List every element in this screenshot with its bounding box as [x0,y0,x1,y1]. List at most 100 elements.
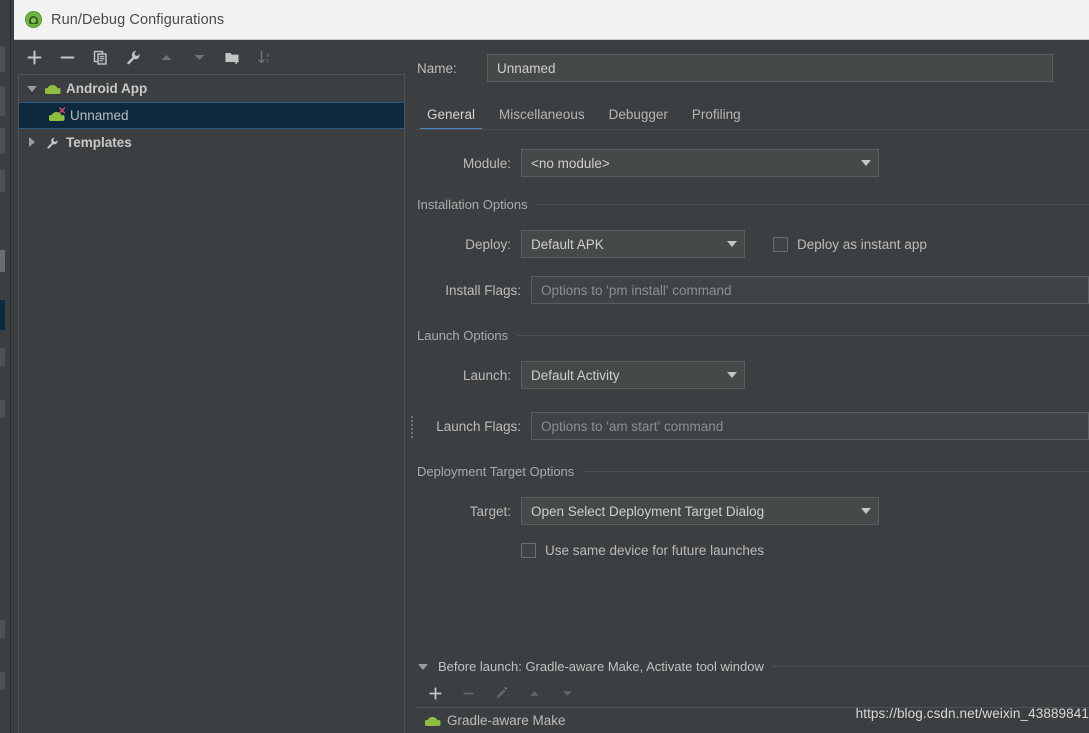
svg-text:a: a [266,52,270,58]
section-divider [583,471,1089,472]
window-titlebar: Run/Debug Configurations [14,0,1089,40]
target-label: Target: [415,504,521,519]
deploy-row: Deploy: Default APK Deploy as instant ap… [415,229,1089,259]
tree-item-label: Android App [66,81,147,96]
target-select[interactable]: Open Select Deployment Target Dialog [521,497,879,525]
chevron-down-icon[interactable] [417,660,430,673]
use-same-device-checkbox[interactable] [521,543,536,558]
task-move-up-button[interactable] [518,681,551,705]
name-input-value: Unnamed [497,61,556,76]
configurations-toolbar: a z [14,40,409,74]
name-row: Name: Unnamed [415,54,1089,82]
tree-item-unnamed[interactable]: ✕ Unnamed [19,102,404,129]
install-flags-row: Install Flags: Options to 'pm install' c… [415,275,1089,305]
tab-miscellaneous[interactable]: Miscellaneous [487,107,597,130]
section-title: Installation Options [417,197,528,212]
module-select[interactable]: <no module> [521,149,879,177]
remove-configuration-button[interactable] [51,43,84,71]
module-select-value: <no module> [531,156,610,171]
deploy-select-value: Default APK [531,237,604,252]
deploy-label: Deploy: [415,237,521,252]
deployment-target-options-section: Deployment Target Options [417,457,1089,485]
error-badge-icon: ✕ [58,108,66,116]
android-icon [425,715,440,727]
chevron-down-icon[interactable] [26,82,39,95]
same-device-row: Use same device for future launches [415,535,1089,565]
section-divider [517,335,1089,336]
tab-general[interactable]: General [415,107,487,130]
move-up-button[interactable] [150,43,183,71]
chevron-down-icon [861,160,871,166]
tree-item-android-app[interactable]: Android App [19,75,404,102]
task-label: Gradle-aware Make [447,713,566,728]
background-strip [0,0,14,733]
wrench-icon [45,136,60,150]
install-flags-placeholder: Options to 'pm install' command [541,283,731,298]
tree-item-label: Unnamed [70,108,129,123]
launch-flags-input[interactable]: Options to 'am start' command [531,412,1089,440]
chevron-down-icon [861,508,871,514]
deploy-as-instant-app-checkbox[interactable] [773,237,788,252]
editor-tabs[interactable]: General Miscellaneous Debugger Profiling [415,97,1089,130]
target-row: Target: Open Select Deployment Target Di… [415,496,1089,526]
folder-add-icon[interactable] [216,43,249,71]
launch-row: Launch: Default Activity [415,360,1089,390]
module-row: Module: <no module> [415,148,1089,178]
edit-task-button[interactable] [485,681,518,705]
use-same-device-label: Use same device for future launches [545,543,764,558]
move-down-button[interactable] [183,43,216,71]
name-input[interactable]: Unnamed [487,54,1053,82]
deploy-instant-app-row[interactable]: Deploy as instant app [773,237,927,252]
svg-text:z: z [266,59,269,65]
copy-configuration-button[interactable] [84,43,117,71]
launch-label: Launch: [415,368,521,383]
deploy-as-instant-app-label: Deploy as instant app [797,237,927,252]
section-title: Deployment Target Options [417,464,574,479]
watermark-text: https://blog.csdn.net/weixin_43889841 [856,706,1089,721]
target-select-value: Open Select Deployment Target Dialog [531,504,764,519]
install-flags-label: Install Flags: [415,283,531,298]
launch-flags-label: Launch Flags: [415,419,531,434]
configurations-tree[interactable]: Android App ✕ Unnamed Templates [18,74,405,733]
window-title: Run/Debug Configurations [51,12,224,28]
launch-flags-row: Launch Flags: Options to 'am start' comm… [415,411,1089,441]
before-launch-title: Before launch: Gradle-aware Make, Activa… [438,659,764,674]
before-launch-divider [772,666,1089,667]
configuration-editor-panel: Name: Unnamed General Miscellaneous Debu… [415,40,1089,733]
section-title: Launch Options [417,328,508,343]
before-launch-toolbar [415,679,1089,707]
tree-item-label: Templates [66,135,132,150]
chevron-down-icon [727,241,737,247]
launch-flags-placeholder: Options to 'am start' command [541,419,723,434]
sort-az-icon[interactable]: a z [249,43,282,71]
before-launch-header[interactable]: Before launch: Gradle-aware Make, Activa… [417,653,1089,679]
launch-select-value: Default Activity [531,368,620,383]
add-task-button[interactable] [419,681,452,705]
wrench-icon[interactable] [117,43,150,71]
chevron-right-icon[interactable] [26,136,39,149]
android-icon [45,83,60,95]
tab-debugger[interactable]: Debugger [597,107,680,130]
launch-select[interactable]: Default Activity [521,361,745,389]
section-divider [537,204,1089,205]
configurations-panel: a z Android App ✕ Unnamed [14,40,409,733]
name-label: Name: [415,61,487,76]
splitter-grip[interactable] [410,414,414,440]
same-device-checkbox-row[interactable]: Use same device for future launches [521,543,764,558]
module-label: Module: [415,156,521,171]
android-studio-icon [25,11,42,28]
remove-task-button[interactable] [452,681,485,705]
installation-options-section: Installation Options [417,190,1089,218]
launch-options-section: Launch Options [417,321,1089,349]
task-move-down-button[interactable] [551,681,584,705]
tab-profiling[interactable]: Profiling [680,107,753,130]
chevron-down-icon [727,372,737,378]
install-flags-input[interactable]: Options to 'pm install' command [531,276,1089,304]
deploy-select[interactable]: Default APK [521,230,745,258]
android-error-icon: ✕ [49,110,64,122]
run-debug-configurations-dialog: a z Android App ✕ Unnamed [14,40,1089,733]
add-configuration-button[interactable] [18,43,51,71]
tree-item-templates[interactable]: Templates [19,129,404,156]
general-tab-form: Module: <no module> Installation Options… [415,130,1089,565]
before-launch-section: Before launch: Gradle-aware Make, Activa… [415,653,1089,733]
